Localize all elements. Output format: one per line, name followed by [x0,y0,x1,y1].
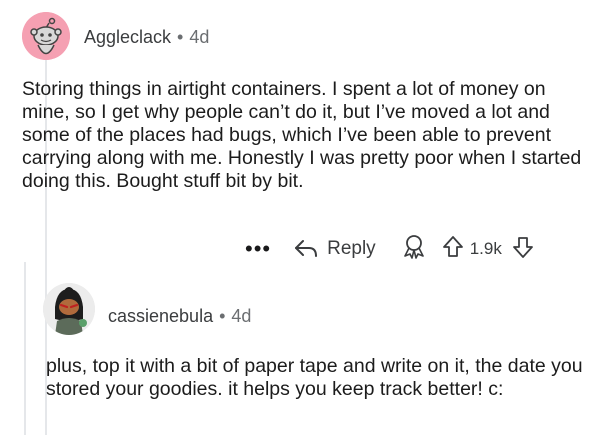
reply-user-avatar[interactable] [43,283,95,335]
reply-author[interactable]: cassienebula [108,306,213,326]
thread-line-parent[interactable] [24,262,26,435]
reply-button[interactable]: Reply [293,238,376,260]
upvote-button[interactable] [442,235,464,264]
comment-age: 4d [189,27,210,47]
reply-body: plus, top it with a bit of paper tape an… [46,355,583,400]
reply-label: Reply [327,238,376,259]
comment-author-line: Aggleclack • 4d [84,27,209,48]
more-options-button[interactable]: ••• [245,238,271,260]
separator-dot: • [177,27,184,47]
reply-author-line: cassienebula • 4d [108,306,251,327]
comment-author[interactable]: Aggleclack [84,27,171,47]
reply-age: 4d [231,306,252,326]
award-button[interactable] [402,234,426,265]
reply-arrow-icon [295,240,318,257]
downvote-arrow-icon [512,236,533,258]
comment-actions: ••• Reply 1.9k [245,234,534,264]
comment-body: Storing things in airtight containers. I… [22,78,582,192]
vote-score: 1.9k [469,239,502,258]
upvote-arrow-icon [442,235,463,257]
custom-snoo-avatar-icon [43,283,95,335]
separator-dot: • [219,306,226,326]
user-avatar[interactable] [22,12,70,60]
downvote-button[interactable] [512,235,534,264]
award-icon [403,234,424,259]
snoo-avatar-icon [22,12,70,60]
